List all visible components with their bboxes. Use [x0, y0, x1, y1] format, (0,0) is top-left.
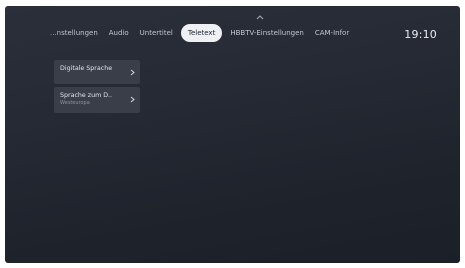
menu-item-label: Sprache zum D..	[60, 92, 113, 99]
clock: 19:10	[404, 28, 437, 41]
tab-einstellungen[interactable]: ...nstellungen	[45, 24, 103, 42]
menu-item-sprache-zum-dekodieren[interactable]: Sprache zum D.. Westeuropa	[54, 87, 140, 113]
top-bar: ...nstellungen Audio Untertitel Teletext…	[5, 6, 460, 58]
chevron-right-icon	[130, 96, 135, 103]
chevron-up-icon[interactable]	[256, 14, 264, 20]
tab-cam-info[interactable]: CAM-Infor	[310, 24, 354, 42]
tv-settings-screen: ...nstellungen Audio Untertitel Teletext…	[5, 6, 460, 263]
teletext-menu: Digitale Sprache Sprache zum D.. Westeur…	[54, 60, 144, 116]
chevron-right-icon	[130, 69, 135, 76]
tab-hbbtv-einstellungen[interactable]: HBBTV-Einstellungen	[225, 24, 309, 42]
tab-untertitel[interactable]: Untertitel	[135, 24, 178, 42]
menu-item-value: Westeuropa	[60, 100, 90, 106]
tab-teletext[interactable]: Teletext	[180, 24, 223, 42]
settings-tabs: ...nstellungen Audio Untertitel Teletext…	[5, 23, 405, 43]
menu-item-digitale-sprache[interactable]: Digitale Sprache	[54, 60, 140, 84]
tab-audio[interactable]: Audio	[104, 24, 134, 42]
menu-item-label: Digitale Sprache	[60, 65, 113, 72]
